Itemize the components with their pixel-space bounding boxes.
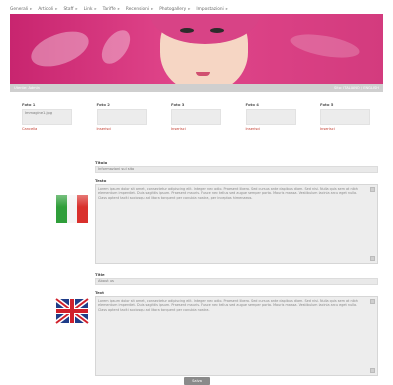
titolo-input-en[interactable]: About us [95,278,378,285]
photo-box-link[interactable]: Inserisci [246,127,298,131]
testo-textarea-it[interactable]: Lorem ipsum dolor sit amet, consectetur … [95,184,378,264]
italian-flag-icon [55,192,89,226]
titolo-input-it[interactable]: Informazioni sul sito [95,166,378,173]
nav-item-link[interactable]: Link ▸ [84,7,97,12]
nav-item-photogallery[interactable]: Photogallery ▸ [159,7,190,12]
photo-box-field[interactable]: Immagine1.jpg [22,109,72,125]
nav-item-impostazioni[interactable]: Impostazioni ▸ [196,7,228,12]
testo-text-it: Lorem ipsum dolor sit amet, consectetur … [98,187,358,200]
english-flag-icon [54,294,90,328]
banner-eye-left [180,28,194,33]
banner-mouth [196,72,210,76]
testo-textarea-en[interactable]: Lorem ipsum dolor sit amet, consectetur … [95,296,378,376]
photo-box-link[interactable]: Inserisci [320,127,372,131]
photo-box: Foto 4 Inserisci [245,102,298,136]
nav-item-staff[interactable]: Staff ▸ [63,7,77,12]
nav-item-tariffe[interactable]: Tariffe ▸ [103,7,120,12]
scroll-up-icon[interactable] [370,299,375,304]
banner-decoration [26,24,94,74]
photo-box-field[interactable] [96,109,147,125]
photo-box: Foto 3 Inserisci [171,102,223,136]
header-banner [10,14,383,84]
titolo-label-it: Titolo [95,160,108,165]
photo-box-title: Foto 2 [96,102,110,107]
english-section: Title About us Text Lorem ipsum dolor si… [54,272,378,376]
titolo-label-en: Title [95,272,105,277]
scroll-down-icon[interactable] [370,256,375,261]
photo-box-link[interactable]: Cancella [22,127,74,131]
photo-box-field[interactable] [171,109,221,125]
testo-label-it: Testo [95,178,107,183]
photo-box-title: Foto 3 [171,102,185,107]
photo-box-link[interactable]: Inserisci [97,127,149,131]
save-button[interactable]: Salva [184,377,210,385]
top-navigation: Generali ▸ Articoli ▸ Staff ▸ Link ▸ Tariffe… [10,4,383,14]
site-label: Sito: ITALIANO / ENGLISH [334,86,379,90]
photo-box-title: Foto 4 [245,102,259,107]
banner-eye-right [210,28,224,33]
scroll-down-icon[interactable] [370,368,375,373]
nav-item-articoli[interactable]: Articoli ▸ [38,7,57,12]
italian-section: Titolo Informazioni sul sito Testo Lorem… [56,160,378,264]
photo-boxes: Foto 1 Immagine1.jpg Cancella Foto 2 Ins… [22,102,372,136]
scroll-up-icon[interactable] [370,187,375,192]
banner-decoration [96,25,136,69]
photo-box: Foto 1 Immagine1.jpg Cancella [22,102,74,136]
nav-item-recensioni[interactable]: Recensioni ▸ [126,7,153,12]
photo-box: Foto 5 Inserisci [320,102,372,136]
testo-text-en: Lorem ipsum dolor sit amet, consectetur … [98,299,358,312]
photo-box: Foto 2 Inserisci [96,102,149,136]
testo-label-en: Text [95,290,104,295]
photo-box-link[interactable]: Inserisci [171,127,223,131]
photo-box-field[interactable] [320,109,370,125]
info-bar: Utente: Admin Sito: ITALIANO / ENGLISH [10,84,383,92]
banner-decoration [288,30,362,62]
nav-item-generali[interactable]: Generali ▸ [10,7,32,12]
user-label: Utente: Admin [14,86,40,90]
photo-box-title: Foto 1 [22,102,36,107]
photo-box-field[interactable] [245,109,296,125]
photo-box-title: Foto 5 [320,102,334,107]
